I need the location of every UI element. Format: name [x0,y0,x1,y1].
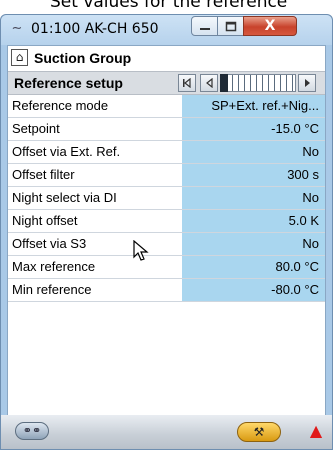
previous-page-button[interactable] [200,74,218,92]
parameter-value[interactable]: 300 s [182,164,325,186]
reference-setup-bar: Reference setup [8,71,325,95]
parameter-row-night-offset[interactable]: Night offset 5.0 K [8,210,325,233]
parameter-row-night-select-via-di[interactable]: Night select via DI No [8,187,325,210]
parameter-label: Night offset [12,213,78,228]
parameter-label: Offset filter [12,167,75,182]
mouse-pointer-icon [133,240,149,261]
close-button[interactable]: X [243,16,297,36]
app-window: ∼ 01:100 AK-CH 650 X ⌂ Suction Group Ref… [0,14,333,450]
page-scrollbar[interactable] [220,74,296,92]
parameter-value[interactable]: No [182,141,325,163]
parameter-label: Offset via S3 [12,236,87,251]
parameter-row-offset-via-ext-ref[interactable]: Offset via Ext. Ref. No [8,141,325,164]
parameter-value[interactable]: 80.0 °C [182,256,325,278]
parameter-row-min-reference[interactable]: Min reference -80.0 °C [8,279,325,302]
window-title: 01:100 AK-CH 650 [31,21,159,37]
service-button[interactable]: ⚒ [237,422,281,442]
parameter-label: Min reference [12,282,92,297]
close-icon: X [264,18,276,34]
first-page-button[interactable] [178,74,196,92]
parameter-value[interactable]: 5.0 K [182,210,325,232]
parameter-value[interactable]: -80.0 °C [182,279,325,301]
parameter-row-setpoint[interactable]: Setpoint -15.0 °C [8,118,325,141]
home-icon[interactable]: ⌂ [11,49,28,66]
parameter-value[interactable]: SP+Ext. ref.+Nig... [182,95,325,117]
first-page-icon [183,78,191,88]
glasses-icon: ⚭⚭ [22,424,42,437]
parameter-label: Reference mode [12,98,109,113]
parameter-label: Offset via Ext. Ref. [12,144,121,159]
parameter-value[interactable]: No [182,187,325,209]
next-page-button[interactable] [298,74,316,92]
scrollbar-thumb[interactable] [220,74,228,92]
previous-page-icon [206,78,213,88]
caption-text: Set values for the reference [50,0,288,12]
parameter-value[interactable]: No [182,233,325,255]
parameter-value[interactable]: -15.0 °C [182,118,325,140]
bottom-toolbar: ⚭⚭ ⚒ ▲ [1,415,332,449]
plug-icon: ∼ [11,21,23,36]
group-title: Suction Group [34,50,132,66]
parameter-label: Max reference [12,259,96,274]
maximize-button[interactable] [217,16,244,36]
title-bar[interactable]: ∼ 01:100 AK-CH 650 X [1,15,332,45]
next-page-icon [305,79,310,87]
parameter-label: Setpoint [12,121,60,136]
parameter-row-offset-filter[interactable]: Offset filter 300 s [8,164,325,187]
alarm-bell-icon[interactable]: ▲ [307,421,325,441]
group-header: ⌂ Suction Group [8,46,325,71]
maximize-icon [225,21,236,31]
parameter-row-reference-mode[interactable]: Reference mode SP+Ext. ref.+Nig... [8,95,325,118]
wrench-icon: ⚒ [253,425,265,439]
minimize-icon [199,28,210,30]
parameter-row-offset-via-s3[interactable]: Offset via S3 No [8,233,325,256]
parameter-row-max-reference[interactable]: Max reference 80.0 °C [8,256,325,279]
minimize-button[interactable] [191,16,218,36]
page-title: Reference setup [14,75,123,91]
parameter-label: Night select via DI [12,190,117,205]
view-button[interactable]: ⚭⚭ [15,422,49,440]
main-panel: ⌂ Suction Group Reference setup Referenc… [7,45,326,417]
caption-strip: Set values for the reference [0,0,333,14]
parameter-list: Reference mode SP+Ext. ref.+Nig... Setpo… [8,95,325,302]
